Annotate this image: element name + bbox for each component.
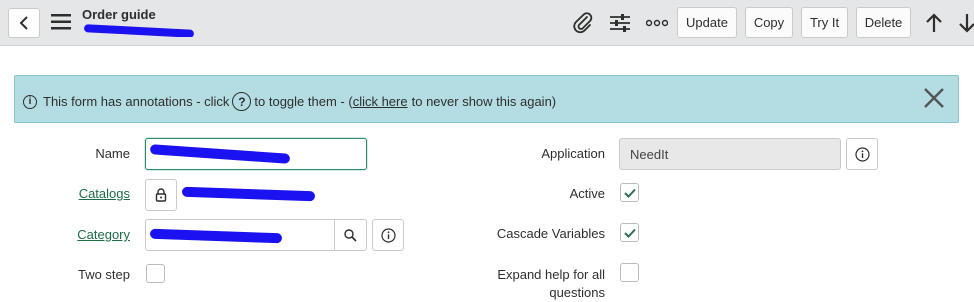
settings-sliders-icon[interactable] <box>607 10 633 36</box>
expand-help-label-line1: Expand help for all <box>497 267 605 282</box>
record-title-block: Order guide <box>82 7 194 37</box>
info-icon <box>380 227 396 243</box>
more-options-icon[interactable] <box>644 10 670 36</box>
lock-icon <box>155 188 167 202</box>
close-icon[interactable] <box>922 86 946 110</box>
annotation-message: i This form has annotations - click ? to… <box>23 92 556 111</box>
annotation-banner: i This form has annotations - click ? to… <box>14 75 959 123</box>
redaction-mark <box>149 228 283 244</box>
copy-button[interactable]: Copy <box>745 7 793 38</box>
arrow-up-icon[interactable] <box>921 10 947 36</box>
update-button[interactable]: Update <box>677 7 737 38</box>
redaction-mark <box>181 186 316 202</box>
catalogs-link[interactable]: Catalogs <box>60 186 130 201</box>
application-info-button[interactable] <box>846 138 878 170</box>
two-step-checkbox[interactable] <box>146 264 165 283</box>
search-icon <box>344 228 357 242</box>
catalogs-lock-button[interactable] <box>145 179 177 211</box>
category-input[interactable] <box>145 219 367 251</box>
record-display-value <box>82 22 194 37</box>
back-button[interactable] <box>8 8 40 38</box>
help-toggle-icon[interactable]: ? <box>232 92 252 111</box>
application-label: Application <box>541 146 605 161</box>
checkmark-icon <box>623 228 636 238</box>
category-lookup-button[interactable] <box>334 220 366 250</box>
expand-help-label: Expand help for all questions <box>480 266 605 302</box>
info-icon <box>854 146 870 162</box>
record-type-title: Order guide <box>82 7 156 22</box>
attachment-icon[interactable] <box>570 10 596 36</box>
cascade-variables-label: Cascade Variables <box>496 226 605 241</box>
expand-help-label-line2: questions <box>549 285 605 300</box>
redaction-mark <box>149 144 291 164</box>
application-field: NeedIt <box>619 138 841 170</box>
category-info-button[interactable] <box>372 219 404 251</box>
catalogs-value <box>181 183 317 203</box>
info-icon: i <box>23 94 37 109</box>
never-show-link[interactable]: click here <box>353 94 408 109</box>
expand-help-checkbox[interactable] <box>620 263 639 282</box>
name-input[interactable] <box>145 138 367 170</box>
try-it-button[interactable]: Try It <box>801 7 848 38</box>
two-step-label: Two step <box>77 267 130 282</box>
name-label: Name <box>95 146 130 161</box>
checkmark-icon <box>623 188 636 198</box>
form-header: Order guide Update Copy Try It Delete <box>0 0 974 46</box>
banner-text-toggle: to toggle them - ( <box>254 94 353 109</box>
active-label: Active <box>569 186 605 201</box>
chevron-left-icon <box>19 16 28 30</box>
banner-text-end: to never show this again) <box>411 94 557 109</box>
cascade-variables-checkbox[interactable] <box>620 223 639 242</box>
hamburger-menu-icon[interactable] <box>51 13 71 31</box>
redaction-mark <box>83 24 194 37</box>
arrow-down-icon[interactable] <box>954 10 974 36</box>
category-link[interactable]: Category <box>60 227 130 242</box>
active-checkbox[interactable] <box>620 183 639 202</box>
banner-text-start: This form has annotations - click <box>43 94 230 109</box>
delete-button[interactable]: Delete <box>856 7 911 38</box>
